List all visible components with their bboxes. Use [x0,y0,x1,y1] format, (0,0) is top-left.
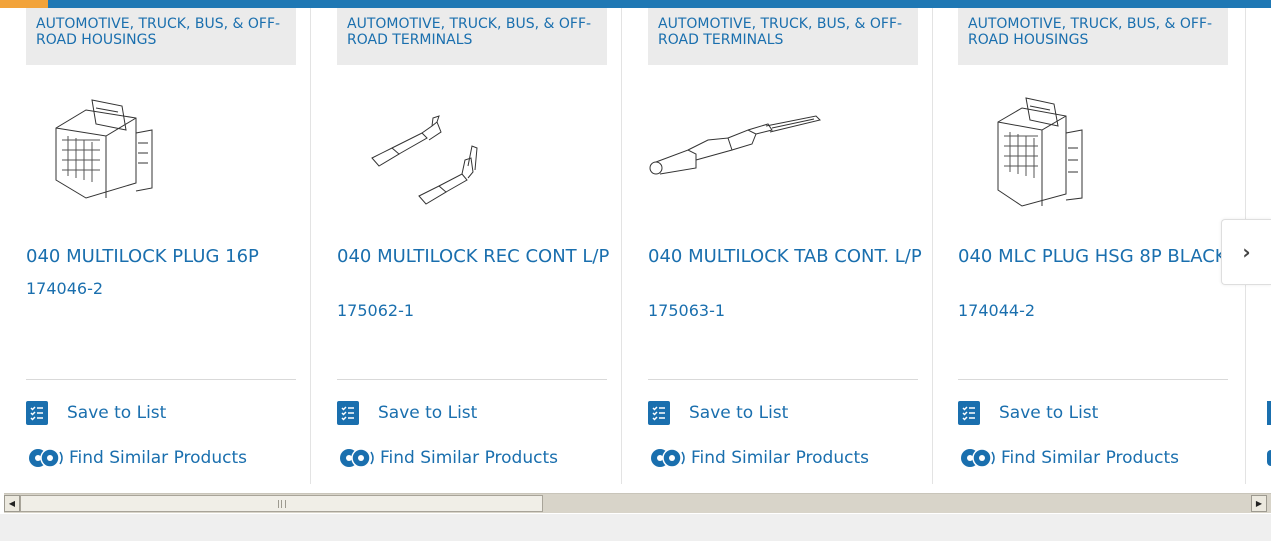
arrow-left-icon: ◀ [8,499,16,508]
card-divider [958,379,1228,380]
card-divider [337,379,607,380]
find-similar-button[interactable]: Find Similar Products [648,446,869,470]
product-card: AUTOMOTIVE, TRUCK, BUS, & OFF-ROAD HOUSI… [0,8,311,484]
chevron-right-icon: › [1242,240,1251,264]
find-similar-label: Find Similar Products [691,448,869,468]
save-to-list-label: Save to List [999,403,1099,423]
product-carousel: AUTOMOTIVE, TRUCK, BUS, & OFF-ROAD HOUSI… [0,8,1271,484]
find-similar-button[interactable]: Find Similar Products [337,446,558,470]
save-to-list-button[interactable]: Save to List [958,401,1098,425]
part-number[interactable]: 175062-1 [337,301,414,321]
checklist-icon [648,401,670,425]
save-to-list-label: Save to List [67,403,167,423]
similar-gears-icon [958,446,996,470]
similar-gears-icon[interactable] [1267,450,1271,466]
part-number[interactable]: 174046-2 [26,279,103,299]
similar-gears-icon [337,446,375,470]
product-category[interactable]: AUTOMOTIVE, TRUCK, BUS, & OFF-ROAD HOUSI… [26,8,296,65]
product-category[interactable]: AUTOMOTIVE, TRUCK, BUS, & OFF-ROAD TERMI… [648,8,918,65]
carousel-next-button[interactable]: › [1221,219,1271,285]
arrow-right-icon: ▶ [1255,499,1263,508]
top-accent-highlight [0,0,48,8]
scroll-right-arrow[interactable]: ▶ [1251,495,1267,512]
find-similar-label: Find Similar Products [380,448,558,468]
save-to-list-label: Save to List [689,403,789,423]
page-footer-strip [0,514,1271,541]
checklist-icon [958,401,980,425]
part-number[interactable]: 175063-1 [648,301,725,321]
receptacle-terminal-image[interactable] [337,88,607,208]
product-title[interactable]: 040 MULTILOCK TAB CONT. L/P [648,246,923,268]
product-card: AUTOMOTIVE, TRUCK, BUS, & OFF-ROAD TERMI… [622,8,933,484]
product-card: AUTOMOTIVE, TRUCK, BUS, & OFF-ROAD TERMI… [311,8,622,484]
find-similar-label: Find Similar Products [1001,448,1179,468]
save-to-list-label: Save to List [378,403,478,423]
similar-gears-icon [26,446,64,470]
product-category[interactable]: AUTOMOTIVE, TRUCK, BUS, & OFF-ROAD TERMI… [337,8,607,65]
product-title[interactable]: 040 MLC PLUG HSG 8P BLACK [958,246,1233,268]
checklist-icon [26,401,48,425]
horizontal-scrollbar[interactable]: ◀ ▶ [4,493,1271,513]
connector-housing-8p-image[interactable] [958,88,1228,208]
tab-terminal-image[interactable] [648,88,918,208]
checklist-icon [337,401,359,425]
save-to-list-button[interactable]: Save to List [648,401,788,425]
product-title[interactable]: 040 MULTILOCK PLUG 16P [26,246,301,268]
card-divider [26,379,296,380]
card-divider [648,379,918,380]
top-accent-bar [0,0,1271,8]
product-category[interactable]: AUTOMOTIVE, TRUCK, BUS, & OFF-ROAD HOUSI… [958,8,1228,65]
product-carousel-viewport: AUTOMOTIVE, TRUCK, BUS, & OFF-ROAD HOUSI… [0,0,1271,541]
checklist-icon[interactable] [1267,401,1271,425]
scroll-left-arrow[interactable]: ◀ [4,495,20,512]
similar-gears-icon [648,446,686,470]
connector-housing-16p-image[interactable] [26,88,296,208]
grip-icon [277,499,286,508]
part-number[interactable]: 174044-2 [958,301,1035,321]
find-similar-label: Find Similar Products [69,448,247,468]
save-to-list-button[interactable]: Save to List [26,401,166,425]
find-similar-button[interactable]: Find Similar Products [26,446,247,470]
find-similar-button[interactable]: Find Similar Products [958,446,1179,470]
product-card: AUTOMOTIVE, TRUCK, BUS, & OFF-ROAD HOUSI… [932,8,1243,484]
scrollbar-thumb[interactable] [20,495,543,512]
product-title[interactable]: 040 MULTILOCK REC CONT L/P [337,246,612,268]
save-to-list-button[interactable]: Save to List [337,401,477,425]
